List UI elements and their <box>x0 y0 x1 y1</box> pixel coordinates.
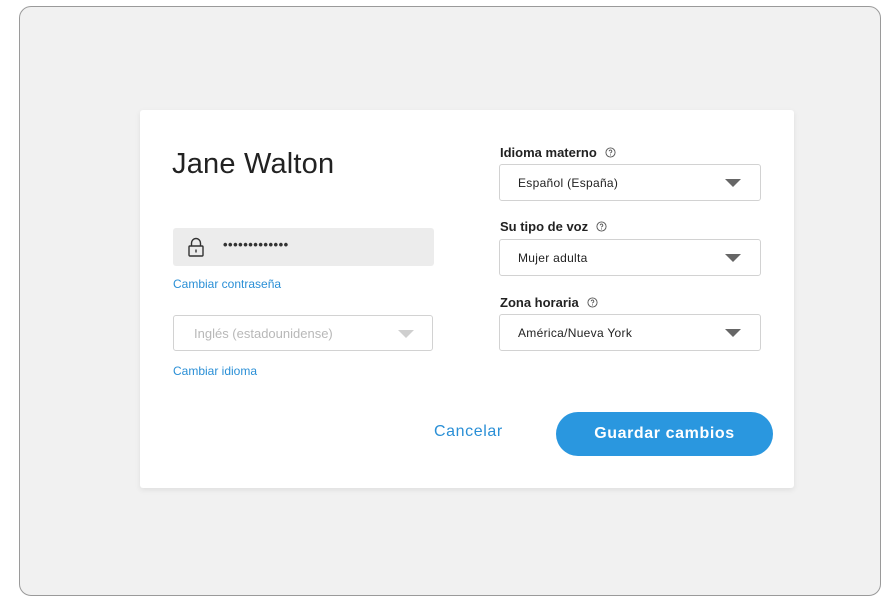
window-frame: Jane Walton ••••••••••••• Cambiar contra… <box>19 6 881 596</box>
user-name: Jane Walton <box>172 148 335 180</box>
change-password-link[interactable]: Cambiar contraseña <box>173 277 281 291</box>
password-field[interactable]: ••••••••••••• <box>173 228 434 266</box>
lock-icon <box>188 237 204 257</box>
native-language-label-text: Idioma materno <box>500 145 597 160</box>
language-select-value: Inglés (estadounidense) <box>194 326 333 341</box>
chevron-down-icon <box>725 329 741 337</box>
language-select: Inglés (estadounidense) <box>173 315 433 351</box>
timezone-select[interactable]: América/Nueva York <box>499 314 761 351</box>
chevron-down-icon <box>398 330 414 338</box>
password-value: ••••••••••••• <box>223 237 289 252</box>
profile-settings-card: Jane Walton ••••••••••••• Cambiar contra… <box>140 110 794 488</box>
chevron-down-icon <box>725 254 741 262</box>
help-icon[interactable] <box>587 297 598 308</box>
chevron-down-icon <box>725 179 741 187</box>
voice-type-label-text: Su tipo de voz <box>500 219 589 234</box>
timezone-label: Zona horaria <box>500 295 598 310</box>
timezone-label-text: Zona horaria <box>500 295 579 310</box>
timezone-value: América/Nueva York <box>518 326 633 340</box>
save-changes-button[interactable]: Guardar cambios <box>556 412 773 456</box>
native-language-label: Idioma materno <box>500 145 616 160</box>
native-language-select[interactable]: Español (España) <box>499 164 761 201</box>
voice-type-value: Mujer adulta <box>518 251 588 265</box>
cancel-button[interactable]: Cancelar <box>434 423 503 441</box>
change-language-link[interactable]: Cambiar idioma <box>173 364 257 378</box>
help-icon[interactable] <box>605 147 616 158</box>
native-language-value: Español (España) <box>518 176 619 190</box>
help-icon[interactable] <box>596 221 607 232</box>
voice-type-label: Su tipo de voz <box>500 219 607 234</box>
voice-type-select[interactable]: Mujer adulta <box>499 239 761 276</box>
